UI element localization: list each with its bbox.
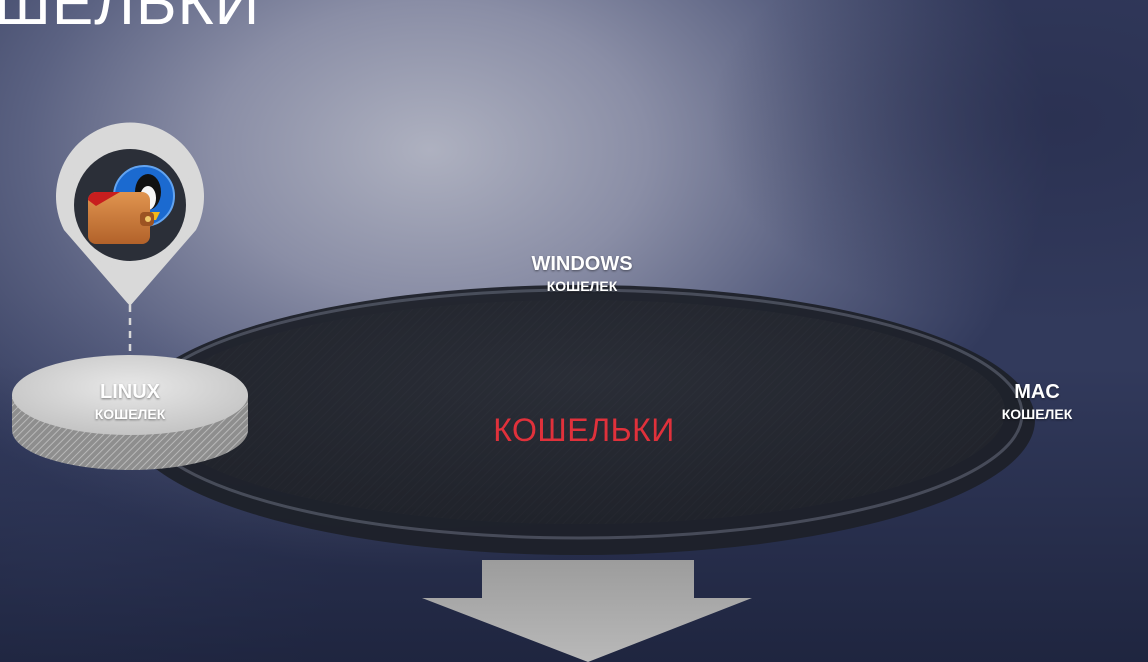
- center-label: КОШЕЛЬКИ: [493, 412, 675, 448]
- mac-label: MAC КОШЕЛЕК: [937, 380, 1137, 424]
- linux-label: LINUX КОШЕЛЕК: [30, 380, 230, 424]
- wallets-diagram: [12, 122, 1035, 662]
- windows-label: WINDOWS КОШЕЛЕК: [482, 252, 682, 296]
- windows-title: WINDOWS: [531, 253, 633, 275]
- down-arrow: [422, 560, 752, 662]
- mac-subtitle: КОШЕЛЕК: [1001, 406, 1073, 422]
- linux-title: LINUX: [100, 381, 160, 403]
- mac-title: MAC: [1014, 381, 1060, 403]
- windows-subtitle: КОШЕЛЕК: [546, 278, 618, 294]
- linux-subtitle: КОШЕЛЕК: [94, 406, 166, 422]
